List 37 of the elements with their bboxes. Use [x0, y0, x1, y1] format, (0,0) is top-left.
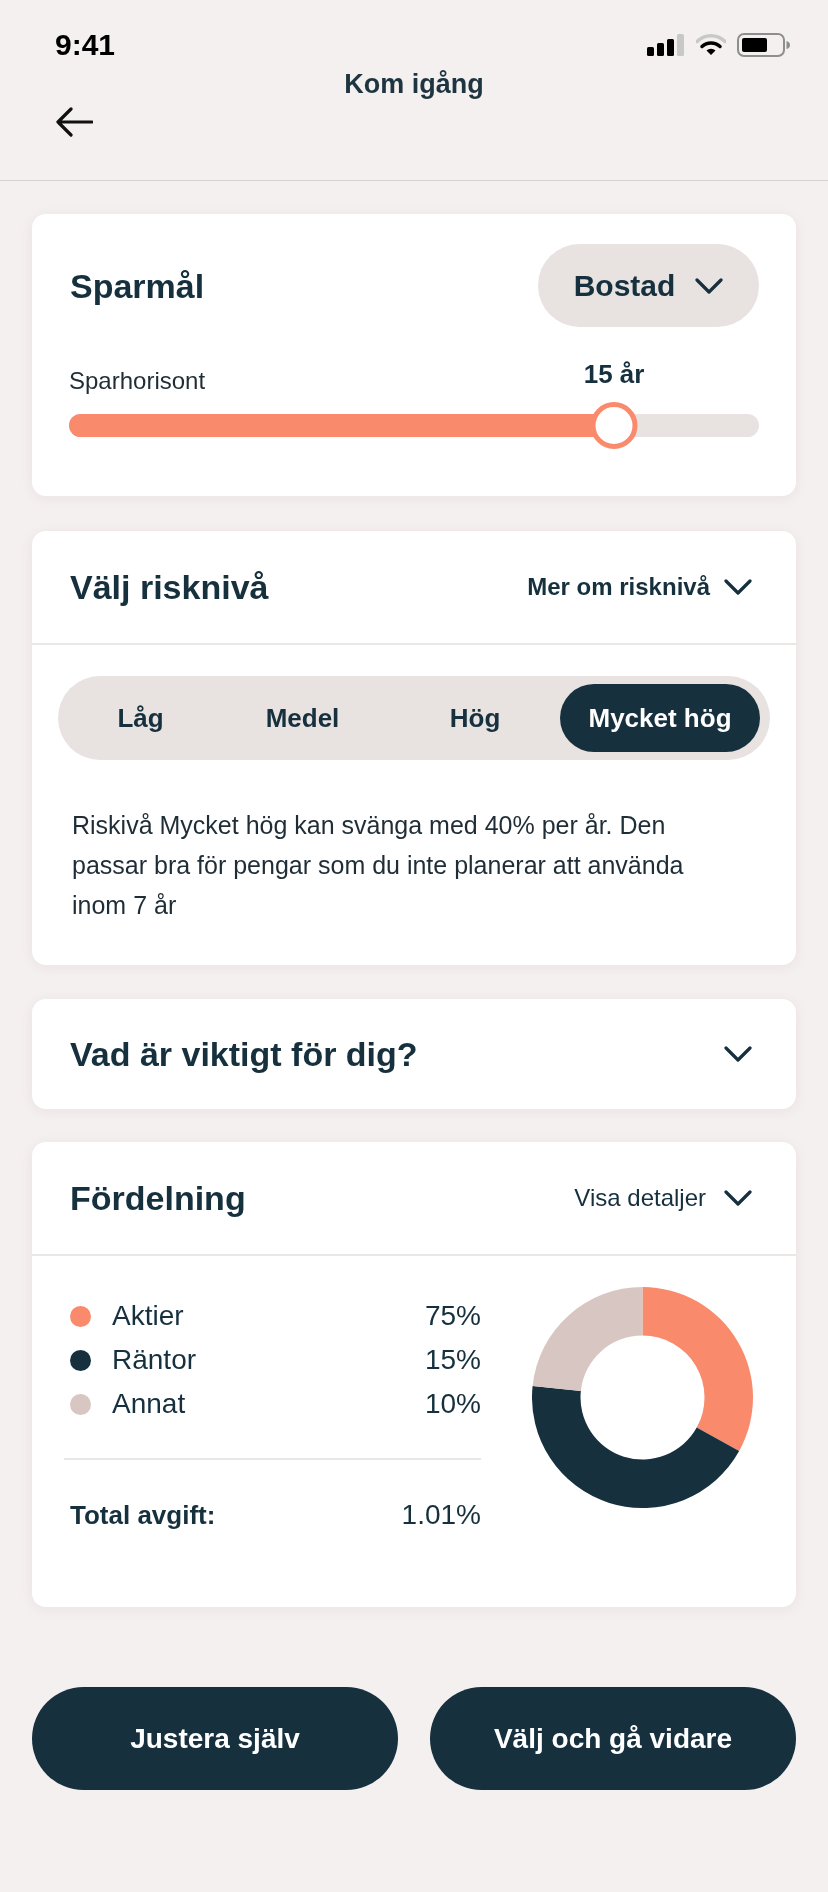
risk-option[interactable]: Låg	[66, 684, 215, 752]
risk-option[interactable]: Hög	[390, 684, 560, 752]
fee-value: 1.01%	[401, 1499, 481, 1531]
page-title: Kom igång	[344, 69, 484, 99]
legend-value: 75%	[424, 1299, 481, 1333]
slider-thumb[interactable]	[590, 402, 638, 449]
section-title: Välj risknivå	[70, 567, 269, 607]
risk-description: Riskivå Mycket hög kan svänga med 40% per år. Den passar bra för pengar som du inte planerar att använda inom 7 år	[72, 810, 685, 921]
section-title: Vad är viktigt för dig?	[70, 1034, 418, 1074]
legend-label: Annat	[112, 1387, 186, 1421]
chevron-down-icon	[695, 277, 724, 294]
back-arrow-icon[interactable]	[55, 107, 93, 137]
risk-option[interactable]: Mycket hög	[560, 684, 760, 752]
slider-label: Sparhorisont	[69, 367, 206, 394]
action-button[interactable]: Välj och gå vidare	[430, 1687, 796, 1790]
slider-reading: 15 år	[583, 359, 645, 389]
chevron-down-icon	[724, 579, 752, 595]
wifi-icon	[696, 34, 726, 56]
risk-option[interactable]: Medel	[215, 684, 390, 752]
status-time: 9:41	[55, 30, 116, 60]
legend-value: 10%	[424, 1387, 481, 1421]
details-link[interactable]: Visa detaljer	[574, 1180, 758, 1216]
more-info-link[interactable]: Mer om risknivå	[527, 569, 758, 605]
section-title: Sparmål	[69, 265, 205, 306]
legend-label: Aktier	[112, 1299, 184, 1333]
accordion-card[interactable]: Vad är viktigt för dig?	[32, 999, 796, 1109]
slider-track[interactable]	[69, 402, 759, 449]
action-button[interactable]: Justera själv	[32, 1687, 398, 1790]
battery-icon	[737, 33, 790, 57]
legend-label: Räntor	[112, 1343, 197, 1377]
goal-dropdown[interactable]: Bostad	[538, 244, 759, 327]
chevron-down-icon	[724, 1046, 752, 1062]
section-title: Fördelning	[70, 1178, 246, 1218]
chevron-down-icon	[724, 1190, 752, 1206]
fee-label: Total avgift:	[70, 1499, 216, 1531]
legend-value: 15%	[424, 1343, 481, 1377]
signal-icon	[647, 34, 685, 56]
